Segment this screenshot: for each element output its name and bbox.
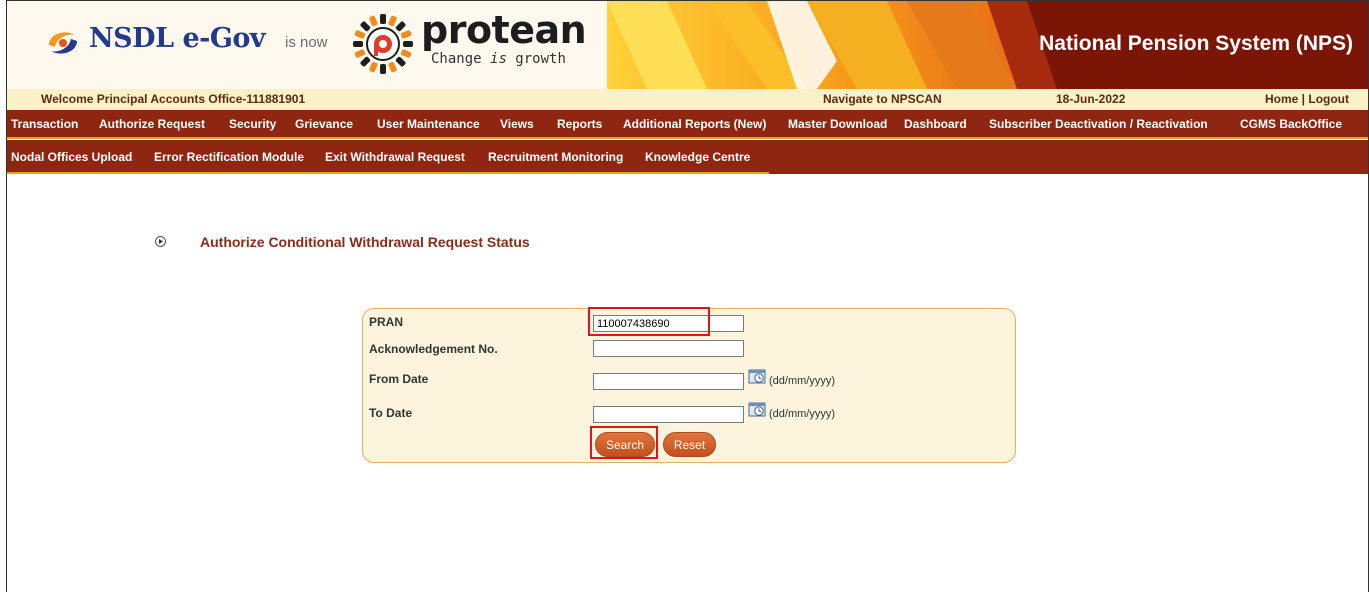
header-banner: NSDL e-Gov is now protean Change is grow… bbox=[7, 1, 1368, 89]
menu-master-download[interactable]: Master Download bbox=[788, 117, 887, 131]
navigate-npscan-link[interactable]: Navigate to NPSCAN bbox=[823, 92, 942, 106]
menu-error-rectification[interactable]: Error Rectification Module bbox=[154, 150, 304, 164]
welcome-text: Welcome Principal Accounts Office-111881… bbox=[41, 92, 306, 106]
protean-tagline: Change is growth bbox=[431, 51, 566, 67]
primary-menu: Transaction Authorize Request Security G… bbox=[7, 110, 1368, 139]
calendar-icon[interactable] bbox=[748, 368, 768, 385]
secondary-menu-underline bbox=[7, 172, 769, 174]
menu-authorize-request[interactable]: Authorize Request bbox=[99, 117, 205, 131]
page-title: Authorize Conditional Withdrawal Request… bbox=[200, 234, 530, 250]
is-now-text: is now bbox=[285, 34, 328, 51]
protean-logo-icon bbox=[353, 14, 413, 74]
calendar-icon[interactable] bbox=[748, 401, 768, 418]
menu-cgms-backoffice[interactable]: CGMS BackOffice bbox=[1240, 117, 1342, 131]
menu-reports[interactable]: Reports bbox=[557, 117, 602, 131]
pran-label: PRAN bbox=[369, 315, 404, 329]
menu-dashboard[interactable]: Dashboard bbox=[904, 117, 967, 131]
from-date-format: (dd/mm/yyyy) bbox=[769, 375, 835, 387]
menu-views[interactable]: Views bbox=[500, 117, 534, 131]
menu-subscriber-deactivation[interactable]: Subscriber Deactivation / Reactivation bbox=[989, 117, 1208, 131]
bullet-arrow-icon bbox=[155, 236, 166, 247]
menu-grievance[interactable]: Grievance bbox=[295, 117, 353, 131]
current-date: 18-Jun-2022 bbox=[1056, 92, 1126, 106]
from-date-label: From Date bbox=[369, 372, 429, 386]
search-highlight-box bbox=[590, 426, 658, 459]
welcome-bar: Welcome Principal Accounts Office-111881… bbox=[7, 89, 1368, 110]
menu-knowledge-centre[interactable]: Knowledge Centre bbox=[645, 150, 750, 164]
menu-transaction[interactable]: Transaction bbox=[11, 117, 78, 131]
tagline-is: is bbox=[490, 51, 507, 67]
home-logout-links[interactable]: Home | Logout bbox=[1265, 92, 1349, 106]
system-title: National Pension System (NPS) bbox=[1039, 32, 1353, 55]
page-frame: NSDL e-Gov is now protean Change is grow… bbox=[6, 0, 1369, 592]
menu-additional-reports[interactable]: Additional Reports (New) bbox=[623, 117, 766, 131]
acknowledgement-input[interactable] bbox=[593, 340, 744, 357]
menu-exit-withdrawal-request[interactable]: Exit Withdrawal Request bbox=[325, 150, 465, 164]
menu-user-maintenance[interactable]: User Maintenance bbox=[377, 117, 480, 131]
nsdl-logo-icon bbox=[49, 32, 77, 54]
menu-security[interactable]: Security bbox=[229, 117, 276, 131]
to-date-label: To Date bbox=[369, 406, 413, 420]
menu-nodal-offices-upload[interactable]: Nodal Offices Upload bbox=[11, 150, 132, 164]
nsdl-brand-text: NSDL e-Gov bbox=[89, 23, 266, 54]
protean-brand-text: protean bbox=[421, 8, 587, 52]
to-date-format: (dd/mm/yyyy) bbox=[769, 408, 835, 420]
tagline-post: growth bbox=[506, 51, 566, 67]
pran-highlight-box bbox=[588, 307, 710, 336]
tagline-pre: Change bbox=[431, 51, 491, 67]
acknowledgement-label: Acknowledgement No. bbox=[369, 342, 498, 356]
to-date-input[interactable] bbox=[593, 406, 744, 423]
menu-recruitment-monitoring[interactable]: Recruitment Monitoring bbox=[488, 150, 623, 164]
from-date-input[interactable] bbox=[593, 373, 744, 390]
reset-button[interactable]: Reset bbox=[663, 432, 716, 457]
secondary-menu: Nodal Offices Upload Error Rectification… bbox=[7, 140, 1368, 174]
